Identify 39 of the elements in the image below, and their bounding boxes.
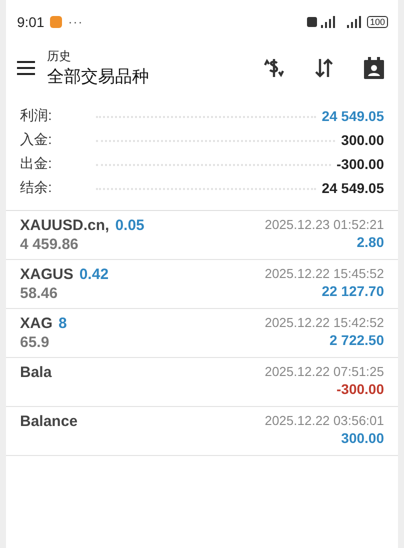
- deal-symbol: Balance: [20, 413, 78, 430]
- battery-level: 100: [366, 16, 388, 28]
- currency-exchange-icon[interactable]: [262, 56, 286, 80]
- summary-label: 出金:: [20, 155, 53, 173]
- deal-symbol: XAGUS: [20, 266, 74, 283]
- deal-volume: 8: [58, 315, 67, 332]
- deal-time: 2025.12.22 03:56:01: [264, 413, 384, 428]
- screen-subtitle: 历史: [47, 48, 72, 65]
- contact-card-icon[interactable]: [362, 56, 386, 80]
- deal-amount: -300.00: [336, 381, 384, 397]
- more-notifications: ···: [68, 15, 84, 29]
- menu-icon[interactable]: [17, 61, 35, 75]
- deal-prices: 65.9: [20, 334, 50, 351]
- signal-icon: [306, 16, 337, 28]
- summary-label: 利润:: [20, 107, 53, 125]
- summary-value: 24 549.05: [322, 108, 384, 124]
- summary-value: 300.00: [341, 132, 384, 148]
- app-notification-icon: [50, 16, 62, 28]
- summary-value: -300.00: [336, 156, 384, 172]
- deal-time: 2025.12.22 07:51:25: [264, 364, 384, 379]
- deal-time: 2025.12.22 15:45:52: [264, 266, 384, 281]
- deal-amount: 2 722.50: [330, 332, 384, 348]
- deal-prices: 4 459.86: [20, 236, 80, 253]
- deal-time: 2025.12.23 01:52:21: [264, 217, 384, 232]
- screen-title[interactable]: 全部交易品种: [47, 65, 262, 88]
- deal-volume: 0.42: [79, 266, 109, 283]
- deal-prices: 58.46: [20, 285, 59, 302]
- clock-time: 9:01: [17, 14, 44, 30]
- deal-amount: 300.00: [341, 430, 384, 446]
- deal-amount: 22 127.70: [322, 283, 384, 299]
- deal-symbol: XAUUSD.cn,: [20, 217, 110, 234]
- summary-value: 24 549.05: [322, 180, 384, 196]
- deal-symbol: Bala: [20, 364, 52, 381]
- deal-time: 2025.12.22 15:42:52: [264, 315, 384, 330]
- deal-symbol: XAG: [20, 315, 53, 332]
- deal-volume: 0.05: [115, 217, 144, 234]
- summary-label: 结余:: [20, 179, 53, 197]
- deal-amount: 2.80: [356, 234, 384, 250]
- summary-label: 入金:: [20, 131, 53, 149]
